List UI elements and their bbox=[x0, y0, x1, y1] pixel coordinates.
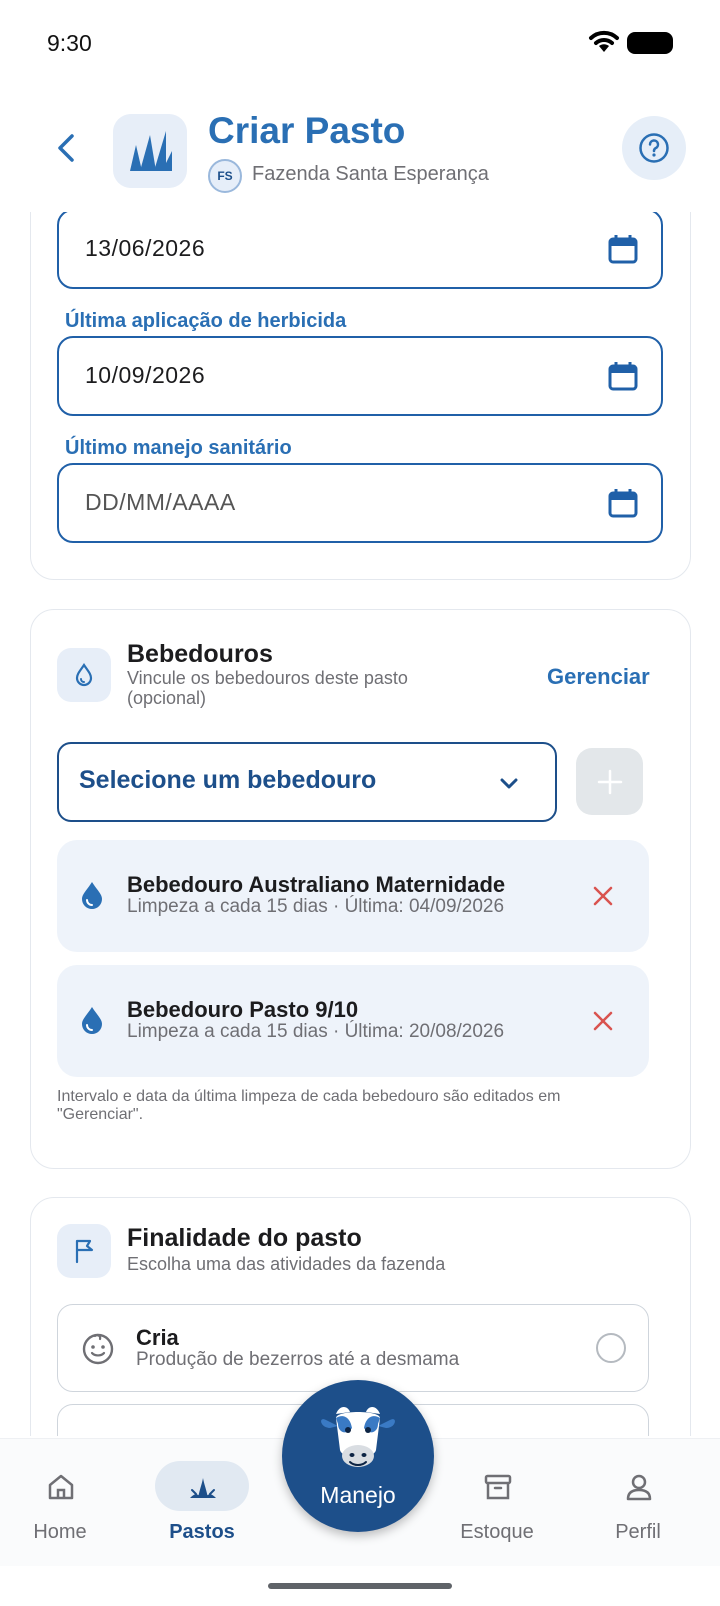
bebedouros-card: Bebedouros Vincule os bebedouros deste p… bbox=[30, 609, 691, 1169]
grass-icon bbox=[190, 1478, 216, 1498]
home-icon bbox=[48, 1474, 74, 1500]
option-description: Produção de bezerros até a desmama bbox=[136, 1349, 460, 1370]
option-title: Cria bbox=[136, 1325, 179, 1350]
option-radio[interactable] bbox=[596, 1333, 626, 1363]
nav-home[interactable]: Home bbox=[0, 1439, 120, 1567]
dates-card: 13/06/2026 Última aplicação de herbicida… bbox=[30, 212, 691, 580]
manage-link[interactable]: Gerenciar bbox=[547, 664, 650, 690]
header: Criar Pasto FS Fazenda Santa Esperança bbox=[0, 100, 720, 210]
status-bar: 9:30 bbox=[0, 0, 720, 86]
nav-pastos-icon-wrap bbox=[155, 1461, 249, 1511]
cow-icon bbox=[321, 1407, 395, 1467]
sanitary-date-field[interactable]: DD/MM/AAAA bbox=[57, 463, 663, 543]
help-icon bbox=[639, 133, 669, 163]
bebedouro-name: Bebedouro Pasto 9/10 bbox=[127, 997, 359, 1022]
finalidade-subtitle: Escolha uma das atividades da fazenda bbox=[127, 1254, 446, 1274]
bebedouro-meta: Limpeza a cada 15 dias · Última: 04/09/2… bbox=[127, 896, 505, 917]
finalidade-section-icon bbox=[57, 1224, 111, 1278]
remove-icon[interactable] bbox=[591, 1009, 615, 1033]
bebedouro-select[interactable]: Selecione um bebedouro bbox=[57, 742, 557, 822]
nav-pastos-label: Pastos bbox=[169, 1521, 235, 1543]
water-drop-icon bbox=[82, 1007, 102, 1034]
bebedouros-footnote: Intervalo e data da última limpeza de ca… bbox=[57, 1088, 561, 1123]
herbicide-date-field[interactable]: 10/09/2026 bbox=[57, 336, 663, 416]
herbicide-date-value: 10/09/2026 bbox=[85, 362, 206, 388]
water-drop-outline-icon bbox=[75, 663, 93, 687]
nav-pastos[interactable]: Pastos bbox=[142, 1439, 262, 1567]
nav-home-icon-wrap bbox=[13, 1461, 107, 1511]
flag-icon bbox=[75, 1239, 94, 1264]
calendar-icon[interactable] bbox=[607, 487, 639, 519]
farm-avatar: FS bbox=[208, 159, 242, 193]
grass-logo-icon bbox=[130, 131, 172, 171]
manejo-fab[interactable]: Manejo bbox=[282, 1380, 434, 1532]
calendar-icon[interactable] bbox=[607, 360, 639, 392]
date-value: 13/06/2026 bbox=[85, 235, 206, 261]
bebedouros-title: Bebedouros bbox=[127, 640, 273, 668]
bebedouro-list-item: Bebedouro Pasto 9/10 Limpeza a cada 15 d… bbox=[57, 965, 649, 1077]
water-drop-icon bbox=[82, 882, 102, 909]
plus-icon bbox=[597, 769, 623, 795]
farm-name: Fazenda Santa Esperança bbox=[252, 163, 489, 185]
nav-estoque-label: Estoque bbox=[460, 1521, 534, 1543]
bebedouros-subtitle: Vincule os bebedouros deste pasto (opcio… bbox=[127, 668, 408, 708]
back-button[interactable] bbox=[48, 128, 84, 168]
form-content[interactable]: 13/06/2026 Última aplicação de herbicida… bbox=[0, 212, 720, 1436]
nav-perfil-icon-wrap bbox=[591, 1461, 685, 1511]
nav-estoque-icon-wrap bbox=[450, 1461, 544, 1511]
option-cria[interactable]: Cria Produção de bezerros até a desmama bbox=[57, 1304, 649, 1392]
bebedouros-section-icon bbox=[57, 648, 111, 702]
herbicide-label: Última aplicação de herbicida bbox=[65, 310, 347, 332]
sanitary-label: Último manejo sanitário bbox=[65, 437, 292, 459]
nav-perfil-label: Perfil bbox=[615, 1521, 661, 1543]
status-time: 9:30 bbox=[47, 30, 92, 56]
add-bebedouro-button[interactable] bbox=[576, 748, 643, 815]
wifi-icon bbox=[589, 30, 619, 52]
nav-estoque[interactable]: Estoque bbox=[437, 1439, 557, 1567]
bebedouro-list-item: Bebedouro Australiano Maternidade Limpez… bbox=[57, 840, 649, 952]
bebedouro-name: Bebedouro Australiano Maternidade bbox=[127, 872, 506, 897]
bebedouro-meta: Limpeza a cada 15 dias · Última: 20/08/2… bbox=[127, 1021, 505, 1042]
help-button[interactable] bbox=[622, 116, 686, 180]
nav-perfil[interactable]: Perfil bbox=[578, 1439, 698, 1567]
date-field-1[interactable]: 13/06/2026 bbox=[57, 212, 663, 289]
calendar-icon[interactable] bbox=[607, 233, 639, 265]
remove-icon[interactable] bbox=[591, 884, 615, 908]
app-logo bbox=[113, 114, 187, 188]
person-icon bbox=[626, 1474, 652, 1501]
home-indicator[interactable] bbox=[268, 1583, 452, 1589]
nav-home-label: Home bbox=[33, 1521, 87, 1543]
bebedouro-select-value: Selecione um bebedouro bbox=[79, 766, 377, 794]
archive-icon bbox=[484, 1474, 512, 1500]
manejo-fab-label: Manejo bbox=[320, 1482, 396, 1508]
page-title: Criar Pasto bbox=[208, 110, 406, 151]
sanitary-date-placeholder: DD/MM/AAAA bbox=[85, 489, 236, 515]
battery-icon bbox=[627, 32, 673, 54]
baby-face-icon bbox=[82, 1333, 114, 1365]
chevron-down-icon bbox=[500, 778, 518, 789]
finalidade-title: Finalidade do pasto bbox=[127, 1224, 362, 1252]
